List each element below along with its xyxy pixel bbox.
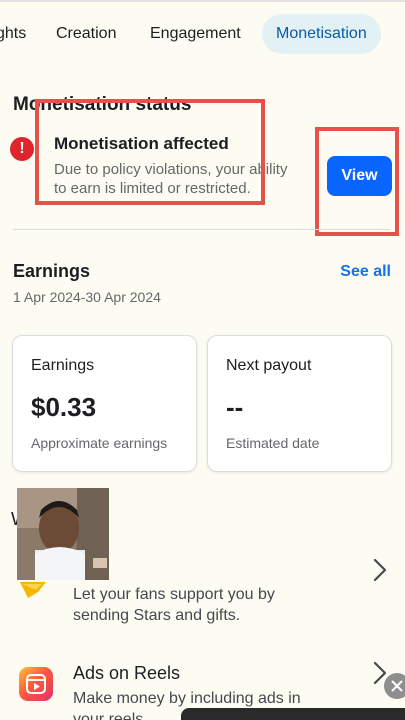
reels-icon — [19, 667, 53, 701]
tab-creation[interactable]: Creation — [56, 14, 116, 54]
tab-monetisation[interactable]: Monetisation — [262, 14, 381, 54]
earnings-card-value: $0.33 — [31, 392, 97, 422]
view-button[interactable]: View — [327, 156, 392, 196]
next-payout-card-title: Next payout — [226, 357, 312, 374]
next-payout-card-subtitle: Estimated date — [226, 435, 320, 451]
tab-engagement[interactable]: Engagement — [150, 14, 241, 54]
tab-insights[interactable]: ghts — [0, 14, 26, 54]
ads-on-reels-title[interactable]: Ads on Reels — [73, 663, 180, 684]
bottom-overlay-bar — [181, 708, 405, 720]
section-divider — [13, 229, 390, 230]
earnings-date-range: 1 Apr 2024-30 Apr 2024 — [13, 289, 161, 305]
monetisation-status-title: Monetisation status — [13, 94, 192, 115]
see-all-link[interactable]: See all — [340, 263, 391, 281]
earnings-card-subtitle: Approximate earnings — [31, 435, 168, 451]
stars-icon — [20, 582, 46, 598]
chevron-right-icon[interactable] — [370, 557, 390, 583]
earnings-card-title: Earnings — [31, 357, 95, 374]
earnings-card[interactable]: Earnings $0.33 Approximate earnings — [12, 335, 197, 472]
monetisation-affected-title: Monetisation affected — [54, 134, 229, 153]
alert-icon: ! — [10, 137, 34, 161]
tab-bar: ghts Creation Engagement Monetisation — [0, 0, 405, 68]
next-payout-card[interactable]: Next payout -- Estimated date — [207, 335, 392, 472]
monetisation-affected-description: Due to policy violations, your ability t… — [54, 161, 288, 197]
close-icon[interactable] — [384, 673, 405, 699]
earnings-title: Earnings — [13, 261, 91, 281]
webcam-overlay — [17, 488, 109, 580]
next-payout-card-value: -- — [226, 392, 244, 422]
stars-item-description: Let your fans support you by sending Sta… — [73, 586, 275, 624]
